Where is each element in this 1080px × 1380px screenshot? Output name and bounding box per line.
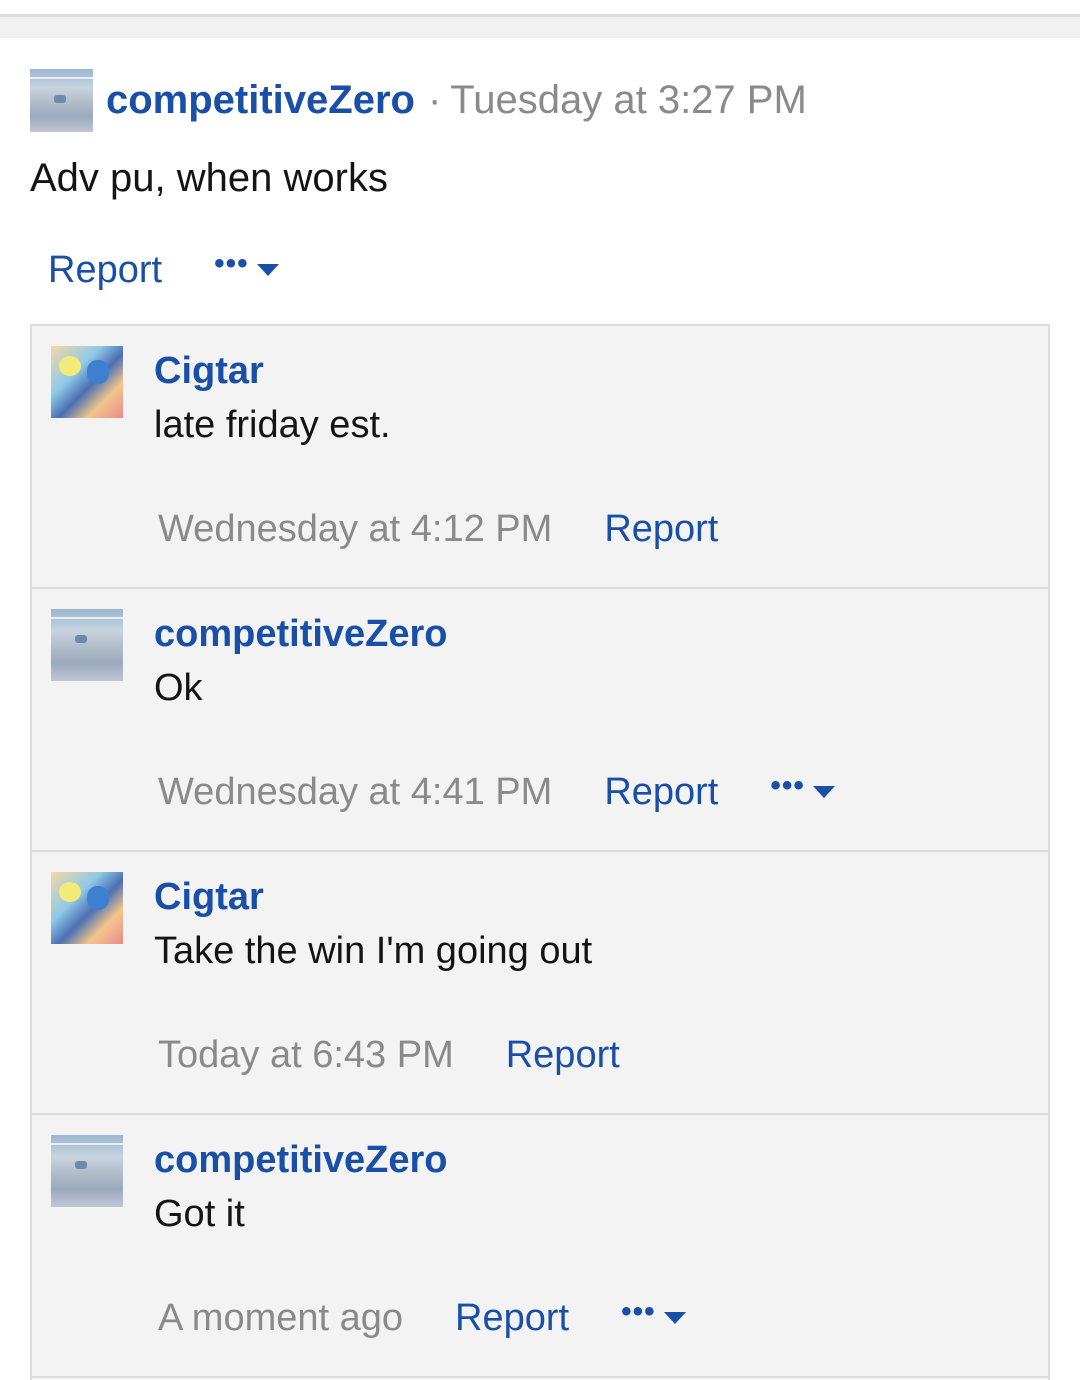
comment-author-link[interactable]: Cigtar	[154, 876, 264, 919]
caret-down-icon	[256, 264, 279, 276]
status-actions: Report •••	[48, 246, 279, 294]
report-link[interactable]: Report	[506, 1034, 620, 1077]
comment-timestamp[interactable]: Wednesday at 4:12 PM	[158, 508, 552, 551]
report-link[interactable]: Report	[48, 249, 162, 292]
comment-meta: Wednesday at 4:41 PM Report •••	[158, 767, 835, 817]
comment-message: Got it	[154, 1193, 245, 1235]
comment-timestamp[interactable]: Wednesday at 4:41 PM	[158, 771, 552, 814]
status-message: Adv pu, when works	[30, 156, 388, 200]
comment-message: late friday est.	[154, 404, 391, 446]
top-band	[0, 17, 1080, 38]
avatar[interactable]	[51, 1135, 123, 1207]
more-options-button[interactable]: •••	[770, 769, 835, 809]
comment-item: competitiveZero Got it A moment ago Repo…	[32, 1115, 1048, 1378]
avatar[interactable]	[30, 68, 93, 132]
more-dots-icon: •••	[214, 247, 249, 280]
comments-list: Cigtar late friday est. Wednesday at 4:1…	[30, 324, 1050, 1380]
comment-timestamp[interactable]: A moment ago	[158, 1297, 403, 1340]
comment-author-link[interactable]: competitiveZero	[154, 1139, 448, 1182]
status-timestamp[interactable]: Tuesday at 3:27 PM	[450, 78, 806, 123]
status-header: competitiveZero · Tuesday at 3:27 PM	[30, 68, 807, 132]
report-link[interactable]: Report	[604, 771, 718, 814]
comment-author-link[interactable]: Cigtar	[154, 350, 264, 393]
top-bar	[0, 0, 1080, 38]
comment-meta: Wednesday at 4:12 PM Report	[158, 504, 718, 554]
avatar[interactable]	[51, 346, 123, 418]
caret-down-icon	[812, 786, 835, 798]
comment-meta: Today at 6:43 PM Report	[158, 1030, 620, 1080]
comment-message: Take the win I'm going out	[154, 930, 593, 972]
comment-meta: A moment ago Report •••	[158, 1293, 686, 1343]
comment-author-link[interactable]: competitiveZero	[154, 613, 448, 656]
comment-item: competitiveZero Ok Wednesday at 4:41 PM …	[32, 589, 1048, 852]
caret-down-icon	[663, 1312, 686, 1324]
separator-dot: ·	[427, 77, 442, 122]
report-link[interactable]: Report	[604, 508, 718, 551]
comment-item: Cigtar late friday est. Wednesday at 4:1…	[32, 326, 1048, 589]
report-link[interactable]: Report	[455, 1297, 569, 1340]
avatar[interactable]	[51, 872, 123, 944]
comment-item: Cigtar Take the win I'm going out Today …	[32, 852, 1048, 1115]
more-dots-icon: •••	[770, 769, 805, 802]
more-options-button[interactable]: •••	[621, 1295, 686, 1335]
avatar[interactable]	[51, 609, 123, 681]
more-options-button[interactable]: •••	[214, 247, 279, 287]
status-author-link[interactable]: competitiveZero	[106, 78, 415, 123]
more-dots-icon: •••	[621, 1295, 656, 1328]
comment-message: Ok	[154, 667, 203, 709]
comment-timestamp[interactable]: Today at 6:43 PM	[158, 1034, 454, 1077]
